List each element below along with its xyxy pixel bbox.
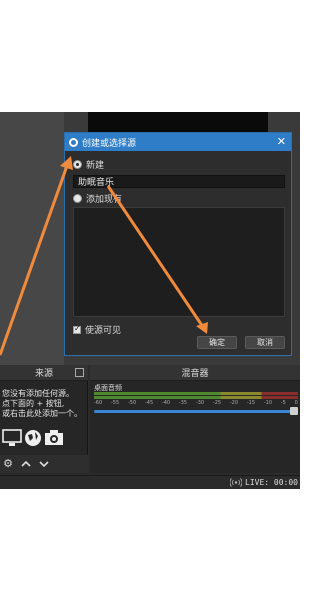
dialog-titlebar: 创建或选择源 ✕ (65, 133, 291, 151)
volume-slider[interactable] (94, 410, 294, 413)
add-existing-option[interactable]: 添加现有 (73, 192, 122, 205)
source-name-input[interactable] (73, 175, 285, 188)
preview-side-panel (0, 112, 64, 365)
gear-icon[interactable]: ⚙ (2, 458, 14, 470)
scale-tick: -50 (127, 400, 137, 406)
radio-new[interactable] (73, 160, 82, 169)
scale-tick: -45 (144, 400, 154, 406)
cancel-button[interactable]: 取消 (245, 336, 285, 349)
undock-icon[interactable] (75, 368, 84, 377)
scale-tick: -5 (280, 400, 286, 406)
existing-sources-list[interactable] (73, 207, 285, 317)
create-new-label: 新建 (86, 161, 105, 171)
scale-tick: -60 (94, 400, 103, 406)
chevron-down-icon[interactable] (38, 458, 50, 470)
scale-tick: -15 (246, 400, 256, 406)
mixer-header: 混音器 (90, 365, 300, 381)
create-source-dialog: 创建或选择源 ✕ 新建 添加现有 使源可见 确定 取消 (64, 132, 292, 356)
sources-header: 来源 (0, 365, 88, 381)
volume-slider-handle[interactable] (290, 407, 298, 415)
dialog-title: 创建或选择源 (82, 138, 137, 149)
scale-tick: 0 (294, 400, 298, 406)
sources-title: 来源 (34, 369, 53, 379)
scale-tick: -30 (195, 400, 205, 406)
status-bar: LIVE: 00:00 (0, 475, 300, 489)
scale-tick: -35 (178, 400, 188, 406)
scale-tick: -20 (229, 400, 239, 406)
meter-scale: -60 -55 -50 -45 -40 -35 -30 -25 -20 -15 … (94, 400, 298, 406)
mixer-dock: 混音器 (90, 365, 300, 473)
monitor-icon (2, 429, 22, 446)
source-type-icons (2, 429, 64, 447)
chevron-up-icon[interactable] (20, 458, 32, 470)
scale-tick: -55 (110, 400, 120, 406)
mixer-title: 混音器 (181, 369, 209, 379)
sources-toolbar: ⚙ (0, 455, 88, 473)
ok-button[interactable]: 确定 (197, 336, 237, 349)
radio-existing[interactable] (73, 194, 82, 203)
visible-label: 使源可见 (85, 326, 122, 336)
scale-tick: -40 (161, 400, 171, 406)
camera-icon (45, 430, 63, 445)
make-visible-option[interactable]: 使源可见 (73, 323, 121, 336)
scale-tick: -10 (263, 400, 273, 406)
add-existing-label: 添加现有 (86, 195, 123, 205)
create-new-option[interactable]: 新建 (73, 158, 104, 171)
preview-canvas (88, 112, 268, 134)
globe-icon (25, 430, 41, 446)
close-icon[interactable]: ✕ (277, 136, 286, 148)
audio-meter-right (94, 396, 298, 399)
audio-meter-left (94, 392, 298, 395)
visible-checkbox[interactable] (73, 324, 81, 334)
sources-empty-message: 您没有添加任何源。 点下面的 + 按钮, 或右击此处添加一个。 (2, 389, 82, 418)
live-timer: LIVE: 00:00 (245, 478, 298, 487)
obs-logo-icon (69, 137, 78, 147)
sources-dock: 来源 您没有添加任何源。 点下面的 + 按钮, 或右击此处添加一个。 ⚙ (0, 365, 88, 473)
scale-tick: -25 (212, 400, 222, 406)
broadcast-icon (230, 478, 243, 487)
